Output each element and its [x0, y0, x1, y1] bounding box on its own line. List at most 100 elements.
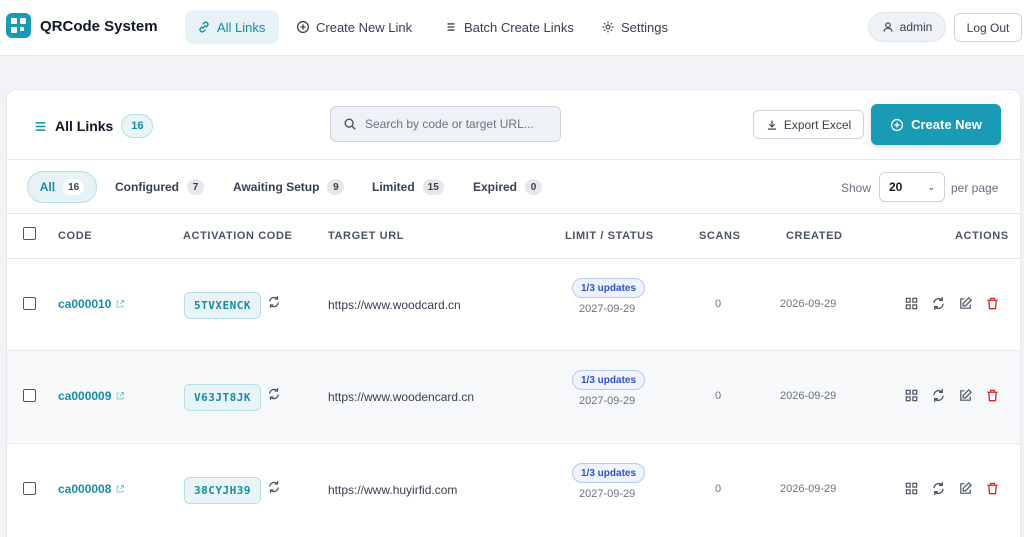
code-link[interactable]: ca000009	[58, 389, 125, 403]
code-text: ca000010	[58, 297, 112, 311]
qr-code-icon[interactable]	[904, 481, 919, 496]
nav-batch-create-links-label: Batch Create Links	[464, 19, 574, 35]
updates-badge: 1/3 updates	[572, 463, 646, 483]
per-page-select[interactable]: 20 ⌄	[879, 172, 945, 202]
per-page-value: 20	[889, 180, 903, 194]
nav-batch-create-links[interactable]: Batch Create Links	[432, 10, 586, 44]
search-placeholder: Search by code or target URL...	[365, 117, 534, 131]
code-text: ca000009	[58, 389, 112, 403]
external-link-icon	[117, 485, 125, 493]
filter-tab-all[interactable]: All 16	[27, 171, 97, 203]
export-excel-label: Export Excel	[783, 117, 852, 132]
user-icon	[882, 22, 893, 32]
filter-tab-label: All	[39, 180, 56, 194]
external-link-icon	[117, 300, 125, 308]
logout-button[interactable]: Log Out	[954, 13, 1022, 42]
filter-tab-label: Expired	[473, 180, 518, 194]
filter-count-badge: 9	[327, 179, 345, 195]
select-all-checkbox[interactable]	[23, 227, 36, 240]
export-excel-button[interactable]: Export Excel	[753, 110, 864, 139]
search-input[interactable]: Search by code or target URL...	[330, 106, 561, 142]
column-header-limit-status[interactable]: LIMIT / STATUS	[565, 230, 654, 242]
panel-title: All Links	[55, 118, 114, 134]
qr-code-icon[interactable]	[904, 388, 919, 403]
plus-circle-icon	[296, 20, 310, 34]
code-link[interactable]: ca000010	[58, 297, 125, 311]
delete-icon[interactable]	[985, 481, 1000, 496]
column-header-target-url[interactable]: TARGET URL	[328, 230, 404, 242]
column-header-scans[interactable]: SCANS	[699, 230, 741, 242]
refresh-icon[interactable]	[267, 387, 281, 401]
create-new-button[interactable]: Create New	[871, 104, 1001, 145]
table-row: ca000010 5TVXENCK https://www.woodcard.c…	[7, 258, 1020, 350]
target-url: https://www.woodcard.cn	[328, 298, 461, 312]
limit-date: 2027-09-29	[579, 488, 636, 500]
panel-count-badge: 16	[121, 114, 154, 138]
qr-code-icon[interactable]	[904, 296, 919, 311]
divider	[7, 159, 1020, 160]
filter-tab-configured[interactable]: Configured 7	[115, 171, 204, 203]
limit-date: 2027-09-29	[579, 395, 636, 407]
target-url: https://www.woodencard.cn	[328, 390, 475, 404]
nav-create-new-link[interactable]: Create New Link	[284, 10, 424, 44]
nav-all-links-label: All Links	[217, 19, 266, 35]
qr-logo-icon[interactable]	[6, 13, 31, 38]
app-title[interactable]: QRCode System	[40, 18, 158, 35]
nav-all-links[interactable]: All Links	[185, 10, 279, 44]
row-checkbox[interactable]	[23, 482, 36, 495]
panel-header: All Links 16	[34, 114, 154, 138]
edit-icon[interactable]	[958, 388, 973, 403]
refresh-icon[interactable]	[931, 296, 946, 311]
download-icon	[767, 120, 776, 130]
edit-icon[interactable]	[958, 296, 973, 311]
activation-code-badge[interactable]: 5TVXENCK	[184, 292, 261, 319]
edit-icon[interactable]	[958, 481, 973, 496]
username: admin	[899, 20, 933, 34]
refresh-icon[interactable]	[267, 295, 281, 309]
refresh-icon[interactable]	[931, 481, 946, 496]
refresh-icon[interactable]	[931, 388, 946, 403]
activation-code-badge[interactable]: 38CYJH39	[184, 477, 261, 504]
plus-circle-icon	[891, 118, 904, 131]
created-date: 2026-09-29	[780, 483, 837, 495]
search-icon	[344, 118, 356, 130]
scan-count: 0	[715, 390, 722, 402]
column-header-actions: ACTIONS	[955, 230, 1009, 242]
column-header-code[interactable]: CODE	[58, 230, 92, 242]
list-icon	[35, 121, 46, 131]
filter-count-badge: 7	[187, 179, 204, 195]
filter-count-badge: 15	[422, 179, 444, 195]
filter-count-badge: 16	[63, 179, 85, 195]
code-link[interactable]: ca000008	[58, 482, 125, 496]
delete-icon[interactable]	[985, 296, 1000, 311]
row-checkbox[interactable]	[23, 297, 36, 310]
created-date: 2026-09-29	[780, 298, 837, 310]
scan-count: 0	[715, 298, 722, 310]
delete-icon[interactable]	[985, 388, 1000, 403]
filter-tab-limited[interactable]: Limited 15	[372, 171, 444, 203]
filter-tab-awaiting-setup[interactable]: Awaiting Setup 9	[233, 171, 345, 203]
filter-tab-label: Configured	[115, 180, 179, 194]
table-row: ca000008 38CYJH39 https://www.huyirfid.c…	[7, 443, 1020, 535]
column-header-created[interactable]: CREATED	[786, 230, 843, 242]
links-panel: All Links 16 Search by code or target UR…	[6, 89, 1021, 537]
code-text: ca000008	[58, 482, 112, 496]
filter-tab-label: Awaiting Setup	[233, 180, 320, 194]
user-menu[interactable]: admin	[868, 12, 946, 42]
filter-count-badge: 0	[525, 179, 543, 195]
target-url: https://www.huyirfid.com	[328, 483, 458, 497]
scan-count: 0	[715, 483, 722, 495]
external-link-icon	[117, 392, 125, 400]
top-navbar: QRCode System All Links Create New Link …	[0, 0, 1024, 56]
list-icon	[447, 23, 455, 31]
create-new-label: Create New	[911, 117, 982, 132]
show-label: Show	[841, 181, 872, 195]
gear-icon	[602, 21, 614, 33]
nav-settings[interactable]: Settings	[589, 10, 680, 44]
row-checkbox[interactable]	[23, 389, 36, 402]
filter-tab-expired[interactable]: Expired 0	[473, 171, 543, 203]
refresh-icon[interactable]	[267, 480, 281, 494]
activation-code-badge[interactable]: V63JT8JK	[184, 384, 261, 411]
chevron-down-icon: ⌄	[927, 182, 935, 192]
column-header-activation-code[interactable]: ACTIVATION CODE	[183, 230, 292, 242]
